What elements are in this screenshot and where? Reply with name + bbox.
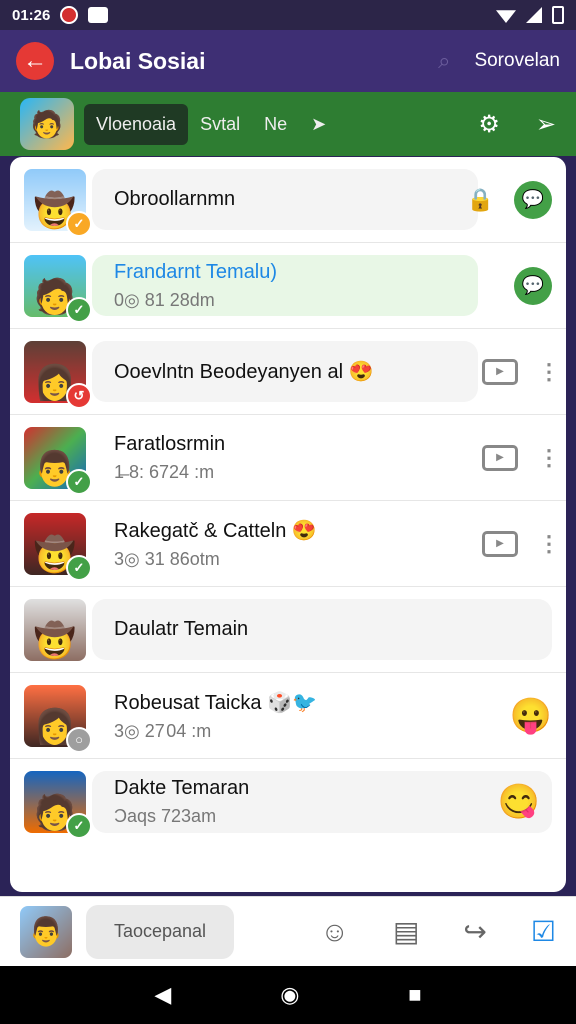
list-item[interactable]: 👩 ↺ Ooevlntn Beodeyanyen al 😍 ▶ ⋮ [10, 329, 566, 415]
recents-square-icon[interactable]: ■ [408, 982, 421, 1008]
contact-name: Frandarnt Temalu) [114, 260, 278, 283]
contact-name: Obroollarnmn [114, 188, 236, 210]
contact-subtitle: 3◎ 27 04 :m [114, 720, 212, 741]
arrow-left-icon: ← [23, 47, 47, 74]
contact-name: Ooevlntn Beodeyanyen al 😍 [114, 361, 374, 383]
status-badge: ✓ [66, 554, 92, 581]
status-badge: ○ [66, 726, 92, 753]
contact-name: Faratlosrmin [114, 432, 226, 455]
avatar: 👩 ○ [24, 684, 92, 753]
emoji-icon[interactable]: ☺ [320, 916, 349, 948]
home-circle-icon[interactable]: ◉ [280, 982, 299, 1008]
emoji-icon[interactable]: 😛 [510, 696, 552, 736]
bottom-nav: 👨 Taocepanal ☺ ▤ ↪ ☑ [0, 896, 576, 966]
video-icon[interactable]: ▶ [482, 444, 518, 471]
contact-subtitle: 0◎ 81 28dm [114, 289, 215, 310]
contact-list: 🤠 ✓ Obroollarnmn 🔒 💬 🧑 ✓ Frandarnt Temal… [10, 157, 566, 892]
status-badge: ✓ [66, 296, 92, 323]
system-nav-bar: ◀ ◉ ■ [0, 966, 576, 1024]
video-icon[interactable]: ▶ [482, 530, 518, 557]
lock-icon[interactable]: 🔒 [467, 187, 494, 213]
avatar: 👨 ✓ [24, 426, 92, 495]
board-icon[interactable]: ▤ [393, 915, 419, 948]
avatar: 👩 ↺ [24, 340, 92, 409]
compose-input[interactable]: Taocepanal [86, 904, 234, 959]
more-dots-icon[interactable]: ⋮ [538, 445, 560, 471]
status-badge: ✓ [66, 468, 92, 495]
list-item[interactable]: 🧑 ✓ Dakte Temaran Ɔaqs 723am 😋 [10, 759, 566, 845]
avatar: 🤠 ✓ [24, 168, 92, 237]
list-item[interactable]: 🧑 ✓ Frandarnt Temalu) 0◎ 81 28dm 💬 [10, 243, 566, 329]
contact-subtitle: 1̶ 8: 6724 :m [114, 461, 215, 482]
emoji-icon[interactable]: 😋 [498, 782, 540, 822]
avatar: 🤠 ✓ [24, 512, 92, 581]
status-badge: ✓ [66, 210, 92, 237]
back-triangle-icon[interactable]: ◀ [154, 982, 171, 1008]
chat-bubble-icon[interactable]: 💬 [514, 180, 552, 219]
emoji-icon: 😍 [348, 361, 374, 383]
list-item[interactable]: 👨 ✓ Faratlosrmin 1̶ 8: 6724 :m ▶ ⋮ [10, 415, 566, 501]
status-badge: ↺ [66, 382, 92, 409]
contact-name: Rakegatč & Catteln 😍 [114, 519, 317, 542]
contact-subtitle: 3◎ 31 86otm [114, 548, 220, 569]
chevron-right-icon[interactable]: ➤ [299, 104, 338, 145]
avatar: 🧑 ✓ [24, 254, 92, 323]
tab-2[interactable]: Svtal [188, 104, 252, 145]
wifi-icon [496, 10, 516, 23]
contact-name: Robeusat Taicka 🎲🐦 [114, 691, 317, 714]
avatar[interactable]: 👨 [20, 905, 72, 958]
gear-icon[interactable]: ⚙ [478, 110, 500, 139]
emoji-icon: 🎲🐦 [267, 691, 317, 714]
chat-bubble-icon[interactable]: 💬 [514, 266, 552, 305]
send-icon[interactable]: ➢ [536, 110, 556, 139]
list-item[interactable]: 🤠 ✓ Obroollarnmn 🔒 💬 [10, 157, 566, 243]
back-button[interactable]: ← [16, 42, 54, 80]
avatar: 🤠 [24, 598, 86, 661]
message-notification-icon [88, 7, 109, 23]
page-title: Lobai Sosiai [70, 47, 206, 74]
status-bar: 01:26 [0, 0, 576, 30]
emoji-icon: 😍 [291, 519, 317, 542]
avatar[interactable]: 🧑 [20, 98, 74, 150]
contact-name: Dakte Temaran [114, 777, 250, 799]
contact-name: Daulatr Temain [114, 618, 249, 640]
video-icon[interactable]: ▶ [482, 358, 518, 385]
share-icon[interactable]: ↪ [463, 915, 486, 948]
list-item[interactable]: 👩 ○ Robeusat Taicka 🎲🐦 3◎ 27 04 :m 😛 [10, 673, 566, 759]
clipboard-check-icon[interactable]: ☑ [531, 915, 556, 948]
battery-icon [552, 6, 564, 24]
contact-subtitle: Ɔaqs 723am [114, 806, 217, 826]
header-action-link[interactable]: Sorovelan [474, 50, 560, 72]
search-icon[interactable]: ⌕ [438, 48, 450, 74]
tab-1[interactable]: Vloenoaia [84, 103, 189, 145]
status-badge: ✓ [66, 813, 92, 839]
status-time: 01:26 [12, 6, 51, 24]
tab-bar: 🧑 Vloenoaia Svtal Ne ➤ ⚙ ➢ [0, 92, 576, 156]
avatar: 🧑 ✓ [24, 771, 92, 839]
tab-3[interactable]: Ne [252, 104, 299, 145]
list-item[interactable]: 🤠 Daulatr Temain [10, 587, 566, 673]
notification-icon [60, 6, 79, 24]
more-dots-icon[interactable]: ⋮ [538, 359, 560, 385]
app-bar: ← Lobai Sosiai ⌕ Sorovelan [0, 30, 576, 92]
signal-icon [526, 7, 542, 23]
list-item[interactable]: 🤠 ✓ Rakegatč & Catteln 😍 3◎ 31 86otm ▶ ⋮ [10, 501, 566, 587]
more-dots-icon[interactable]: ⋮ [538, 531, 560, 557]
